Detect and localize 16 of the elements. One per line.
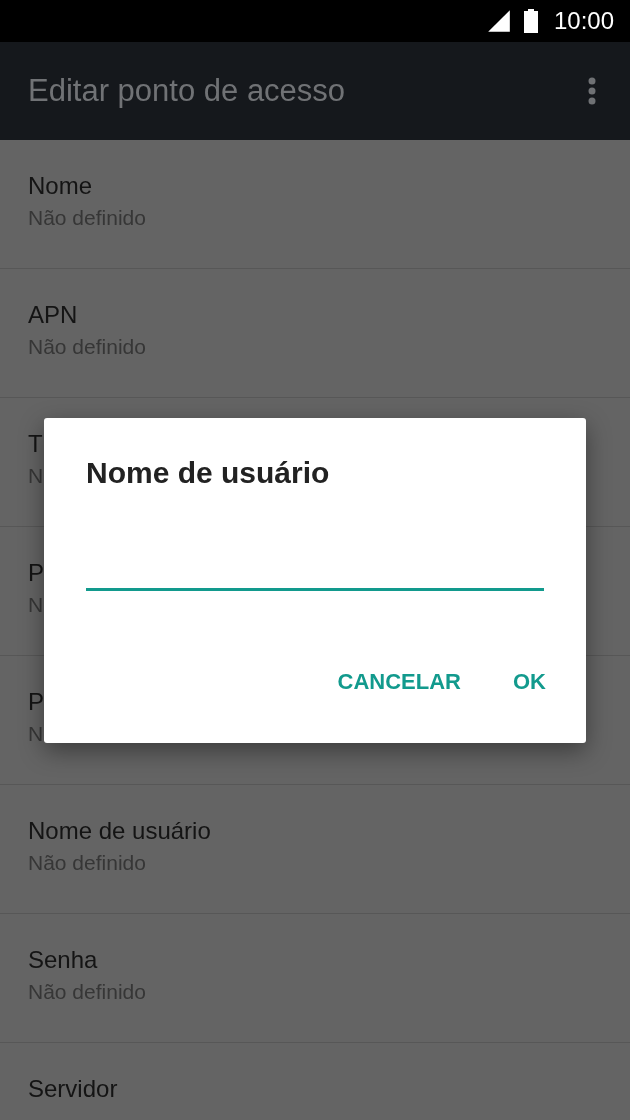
status-time: 10:00: [553, 7, 614, 35]
setting-title[interactable]: APN: [28, 301, 78, 329]
dialog-button[interactable]: CANCELAR: [321, 661, 477, 703]
dialog-button[interactable]: OK: [497, 661, 562, 703]
battery-icon: [523, 9, 538, 33]
setting-title[interactable]: T: [28, 430, 43, 458]
screen-title: Editar ponto de acesso: [28, 73, 346, 109]
setting-title[interactable]: P: [28, 688, 44, 716]
setting-title[interactable]: Senha: [28, 946, 98, 974]
more-options-icon[interactable]: [588, 77, 596, 105]
setting-title[interactable]: Servidor: [28, 1075, 118, 1103]
setting-title[interactable]: P: [28, 559, 44, 587]
setting-title[interactable]: Nome: [28, 172, 93, 200]
signal-icon: [485, 8, 512, 34]
dialog-title: Nome de usuário: [86, 456, 331, 490]
setting-title[interactable]: Nome de usuário: [28, 817, 211, 845]
